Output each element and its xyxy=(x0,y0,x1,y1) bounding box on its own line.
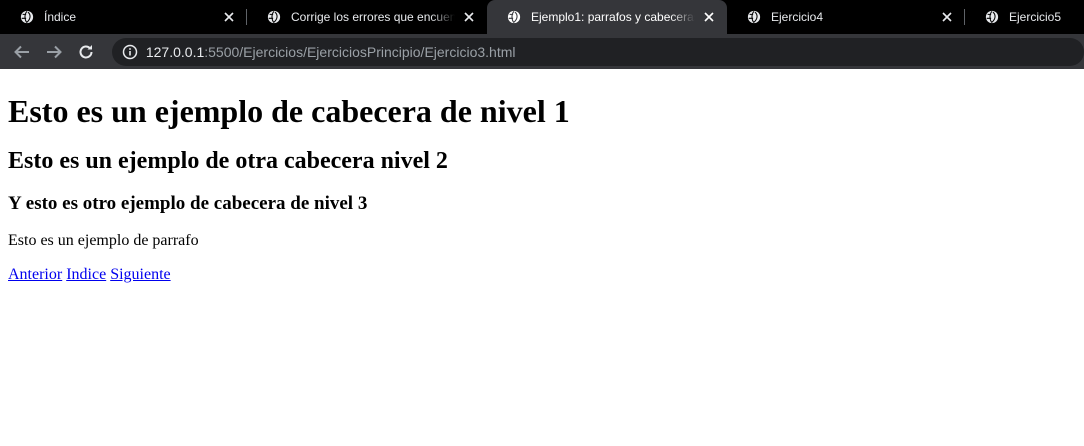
close-tab-icon[interactable] xyxy=(221,9,237,25)
tab-strip: Índice Corrige los errores que encuentre… xyxy=(0,0,1084,34)
info-icon[interactable] xyxy=(122,44,138,60)
tab-title: Índice xyxy=(44,10,77,24)
reload-icon xyxy=(79,44,93,58)
tab-ejercicio5[interactable]: Ejercicio5 xyxy=(965,0,1084,34)
url-host: 127.0.0.1 xyxy=(145,43,205,60)
forward-button[interactable] xyxy=(42,40,66,64)
link-anterior[interactable]: Anterior xyxy=(8,266,62,283)
address-bar[interactable]: 127.0.0.1:5500/Ejercicios/EjerciciosPrin… xyxy=(111,37,1084,66)
globe-icon xyxy=(747,10,761,24)
arrow-right-icon xyxy=(46,45,62,58)
heading-level-1: Esto es un ejemplo de cabecera de nivel … xyxy=(8,93,570,129)
close-tab-icon[interactable] xyxy=(461,9,477,25)
browser-toolbar: 127.0.0.1:5500/Ejercicios/EjerciciosPrin… xyxy=(0,34,1084,69)
paragraph: Esto es un ejemplo de parrafo xyxy=(8,232,199,249)
close-tab-icon[interactable] xyxy=(939,9,955,25)
globe-icon xyxy=(20,10,34,24)
tab-ejemplo1[interactable]: Ejemplo1: parrafos y cabeceras xyxy=(487,0,727,34)
tab-ejercicio4[interactable]: Ejercicio4 xyxy=(727,0,965,34)
arrow-left-icon xyxy=(14,45,29,58)
globe-icon xyxy=(267,10,281,24)
globe-icon xyxy=(985,10,999,24)
navigation-links: Anterior Indice Siguiente xyxy=(8,266,1076,284)
tab-corrige-errores[interactable]: Corrige los errores que encuentres xyxy=(247,0,487,34)
page-content: Esto es un ejemplo de cabecera de nivel … xyxy=(0,93,1084,284)
heading-level-3: Y esto es otro ejemplo de cabecera de ni… xyxy=(8,193,368,214)
tab-title: Ejercicio5 xyxy=(1009,10,1062,24)
tab-indice[interactable]: Índice xyxy=(0,0,247,34)
tab-title: Corrige los errores que encuentres xyxy=(291,10,455,24)
link-siguiente[interactable]: Siguiente xyxy=(110,266,170,283)
tab-title: Ejercicio4 xyxy=(771,10,824,24)
heading-level-2: Esto es un ejemplo de otra cabecera nive… xyxy=(8,148,448,174)
url-path: :5500/Ejercicios/EjerciciosPrincipio/Eje… xyxy=(204,43,516,60)
globe-icon xyxy=(507,10,521,24)
back-button[interactable] xyxy=(10,40,34,64)
close-tab-icon[interactable] xyxy=(701,9,717,25)
tab-title: Ejemplo1: parrafos y cabeceras xyxy=(531,10,695,24)
link-indice[interactable]: Indice xyxy=(66,266,106,283)
reload-button[interactable] xyxy=(74,40,98,64)
